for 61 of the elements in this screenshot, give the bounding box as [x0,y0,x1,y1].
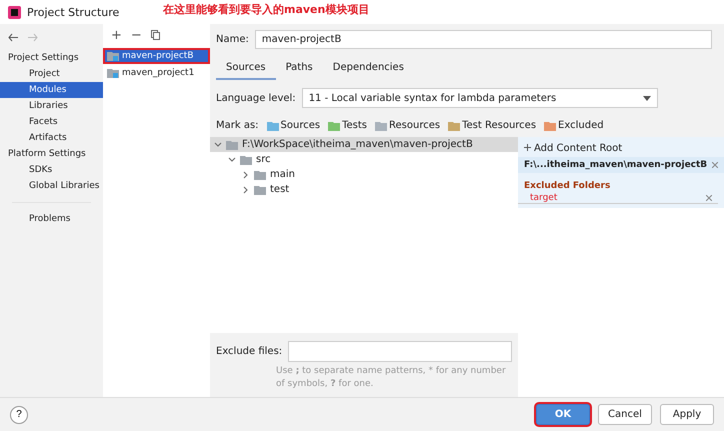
annotation-text: 在这里能够看到要导入的maven模块项目 [163,2,370,17]
folder-icon [448,120,460,130]
exclude-files-field[interactable] [288,341,512,362]
exclude-files-hint: Use ; to separate name patterns, * for any number of symbols, ? for one. [275,365,506,391]
folder-icon [544,120,556,130]
close-icon[interactable] [706,195,712,201]
folder-icon [254,184,266,194]
back-arrow-icon[interactable] [8,32,19,42]
add-button[interactable]: + [111,28,122,42]
window-title: Project Structure [27,6,120,18]
dialog-button[interactable]: Apply [660,404,714,425]
copy-icon[interactable] [150,30,160,40]
help-button[interactable]: ? [10,406,28,424]
sidebar-section-title: Platform Settings [7,148,87,161]
tree-item[interactable]: main [270,169,295,180]
sidebar-item[interactable]: Global Libraries [0,178,103,194]
folder-icon [266,120,279,130]
plus-icon[interactable] [524,144,531,150]
sidebar-item[interactable]: Libraries [0,98,103,114]
folder-icon [226,140,238,150]
sidebar-section-title: Project Settings [7,52,80,65]
folder-icon [254,170,266,180]
mark-as-option[interactable]: Test Resources [462,120,536,131]
mark-as-label: Mark as: [216,120,259,131]
sidebar-item[interactable]: Modules [0,82,103,98]
remove-button[interactable]: − [130,28,142,42]
excluded-folder: target [530,193,558,203]
sidebar-item[interactable]: SDKs [0,162,103,178]
module-icon [107,51,119,61]
close-icon[interactable] [712,162,718,168]
name-field[interactable]: maven-projectB [254,30,712,49]
dialog-button[interactable]: OK [536,404,590,425]
excluded-folders-title: Excluded Folders [523,180,612,193]
mark-as-option[interactable]: Resources [389,120,440,131]
sidebar-item[interactable]: Artifacts [0,130,103,146]
module-item[interactable]: maven_project1 [103,65,210,81]
tree-item[interactable]: src [256,154,271,165]
name-label: Name: [216,34,249,45]
folder-icon [375,120,388,130]
language-level-dropdown[interactable]: 11 - Local variable syntax for lambda parameters [302,88,658,108]
app-logo-icon [8,6,21,18]
dialog-button[interactable]: Cancel [598,404,652,425]
sidebar-item[interactable]: Project [0,66,103,82]
add-content-root-link[interactable]: Add Content Root [534,137,628,157]
module-icon [107,68,119,78]
mark-as-option[interactable]: Tests [342,120,368,131]
exclude-files-label: Exclude files: [216,346,282,357]
mark-as-option[interactable]: Excluded [558,120,604,131]
mark-as-option[interactable]: Sources [280,120,320,131]
language-level-label: Language level: [216,92,296,104]
tab[interactable]: Paths [276,59,323,80]
sidebar-item[interactable]: Facets [0,114,103,130]
dropdown-arrow-icon [643,96,651,100]
tab[interactable]: Dependencies [322,59,414,80]
content-root-path: F:\...itheima_maven\maven-projectB [524,160,708,170]
tab[interactable]: Sources [216,59,276,80]
module-item[interactable]: maven-projectB [103,48,210,64]
folder-icon [240,154,252,164]
folder-icon [328,120,340,130]
tree-item[interactable]: test [270,184,290,195]
sidebar-item[interactable]: Problems [0,211,103,227]
